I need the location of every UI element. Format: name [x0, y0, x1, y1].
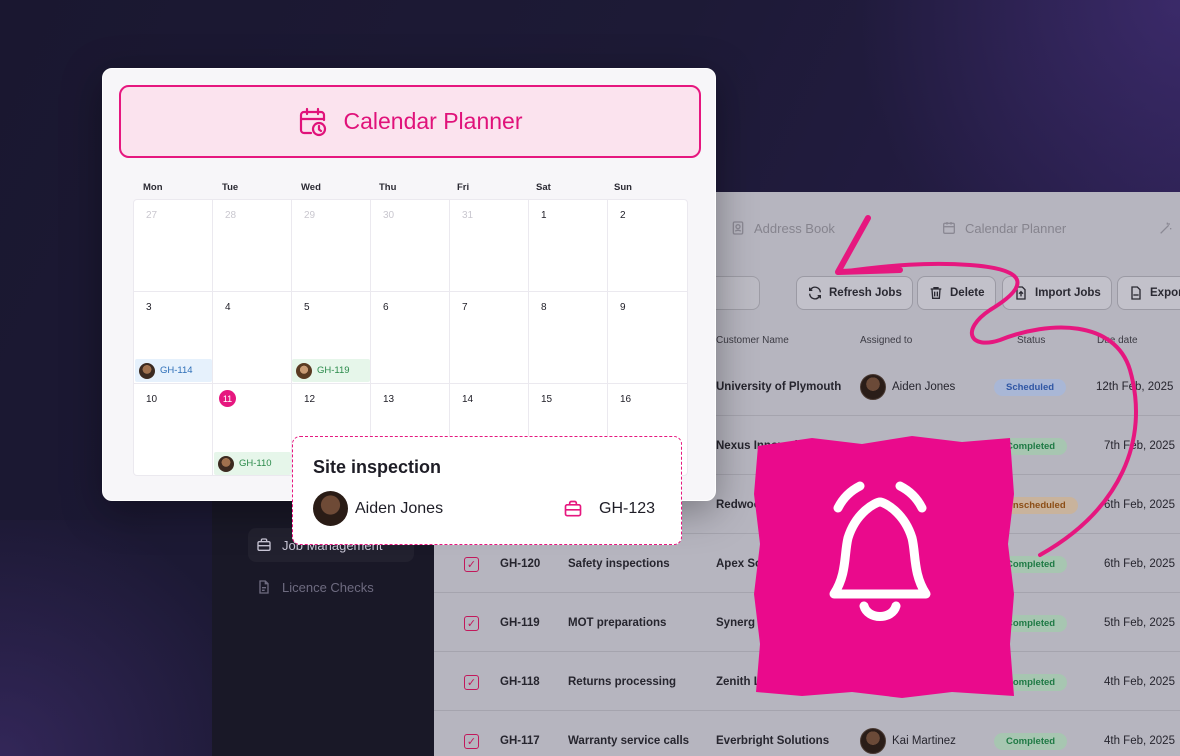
event-title: Site inspection: [313, 457, 442, 477]
job-id-cell: GH-117: [500, 735, 540, 747]
calendar-title: Calendar Planner: [343, 108, 523, 134]
job-description-cell: Returns processing: [568, 676, 676, 688]
event-label: GH-119: [317, 365, 350, 376]
customer-cell: Synerg: [716, 617, 755, 629]
day-number[interactable]: 2: [620, 210, 626, 221]
day-number[interactable]: 4: [225, 302, 231, 313]
avatar: [296, 362, 312, 379]
job-description-cell: MOT preparations: [568, 617, 667, 629]
day-number[interactable]: 5: [304, 302, 310, 313]
job-description-cell: Warranty service calls: [568, 735, 690, 747]
due-date-cell: 4th Feb, 2025: [1104, 735, 1175, 747]
calendar-planner-header[interactable]: Calendar Planner: [119, 85, 701, 158]
day-number[interactable]: 8: [541, 302, 547, 313]
sidebar-item-label: Licence Checks: [282, 579, 374, 595]
due-date-cell: 5th Feb, 2025: [1104, 617, 1175, 629]
day-number[interactable]: 13: [383, 394, 394, 405]
event-detail-popover[interactable]: Site inspection Aiden Jones GH-123: [292, 436, 682, 545]
status-badge: Completed: [994, 732, 1068, 750]
event-label: GH-110: [239, 458, 272, 469]
weekday-label: Wed: [301, 182, 321, 193]
nav-magic-tools[interactable]: [1158, 220, 1174, 236]
weekday-label: Thu: [379, 182, 397, 193]
avatar: [139, 362, 155, 379]
assignee-name: Kai Martinez: [892, 735, 956, 747]
bell-icon: [754, 436, 1014, 698]
weekday-label: Sat: [536, 182, 551, 193]
weekday-label: Fri: [457, 182, 470, 193]
day-number[interactable]: 14: [462, 394, 473, 405]
column-header-customer[interactable]: Customer Name: [716, 335, 789, 346]
assignee-cell: Kai Martinez: [860, 712, 956, 756]
background-glow: [760, 0, 1180, 200]
briefcase-icon: [257, 538, 271, 551]
sidebar-item-licence-checks[interactable]: Licence Checks: [248, 570, 414, 604]
day-number[interactable]: 30: [383, 210, 394, 221]
avatar: [313, 491, 348, 526]
customer-cell: Everbright Solutions: [716, 735, 830, 747]
weekday-label: Sun: [614, 182, 632, 193]
job-id-cell: GH-118: [500, 676, 540, 688]
avatar: [218, 455, 234, 472]
day-number[interactable]: 27: [146, 210, 157, 221]
day-number[interactable]: 31: [462, 210, 473, 221]
day-number[interactable]: 15: [541, 394, 552, 405]
job-id-cell: GH-119: [500, 617, 540, 629]
assignee-name: Aiden Jones: [355, 500, 444, 517]
day-number[interactable]: 6: [383, 302, 389, 313]
day-number[interactable]: 12: [304, 394, 315, 405]
row-checkbox[interactable]: ✓: [464, 733, 479, 749]
day-number[interactable]: 29: [304, 210, 315, 221]
today-marker[interactable]: 11: [219, 390, 236, 407]
calendar-grid: 27 28 29 30 31 1 2 3 4 5 6 7 8 9 GH-114 …: [133, 199, 688, 476]
day-number[interactable]: 7: [462, 302, 468, 313]
event-label: GH-114: [160, 365, 193, 376]
row-checkbox[interactable]: ✓: [464, 674, 479, 690]
day-number[interactable]: 3: [146, 302, 152, 313]
table-row[interactable]: ✓ GH-117 Warranty service calls Everbrig…: [434, 712, 1180, 756]
avatar: [860, 728, 886, 754]
day-number[interactable]: 28: [225, 210, 236, 221]
weekday-label: Mon: [143, 182, 163, 193]
calendar-event[interactable]: GH-114: [135, 359, 212, 382]
contact-book-icon: [732, 221, 744, 235]
magic-wand-icon: [1160, 222, 1172, 234]
weekday-label: Tue: [222, 182, 239, 193]
row-checkbox[interactable]: ✓: [464, 615, 479, 631]
calendar-event[interactable]: GH-119: [292, 359, 370, 382]
day-number[interactable]: 9: [620, 302, 626, 313]
due-date-cell: 4th Feb, 2025: [1104, 676, 1175, 688]
day-number[interactable]: 10: [146, 394, 157, 405]
document-icon: [259, 580, 269, 594]
briefcase-icon: [564, 500, 582, 517]
calendar-event[interactable]: GH-110: [214, 452, 291, 475]
day-number[interactable]: 1: [541, 210, 547, 221]
row-checkbox[interactable]: ✓: [464, 556, 479, 572]
job-code: GH-123: [599, 500, 656, 517]
day-number[interactable]: 16: [620, 394, 631, 405]
calendar-clock-icon: [300, 107, 327, 136]
